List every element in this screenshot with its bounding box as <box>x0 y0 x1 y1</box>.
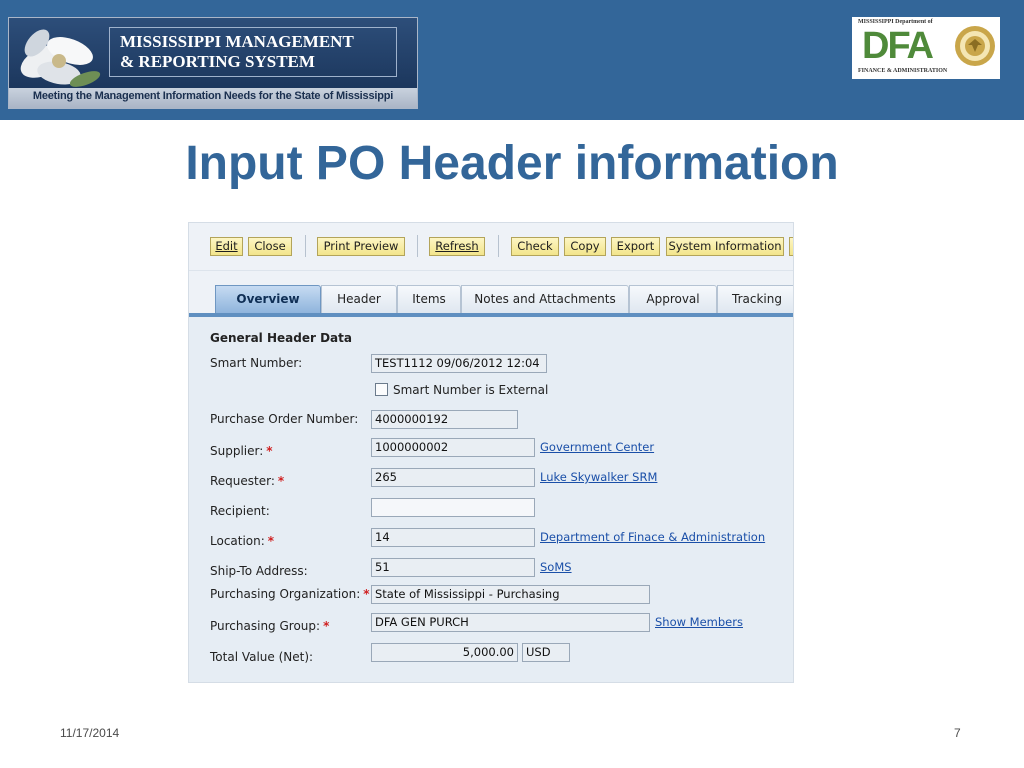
tab-approval[interactable]: Approval <box>629 285 717 313</box>
recipient-field[interactable] <box>371 498 535 517</box>
po-number-field[interactable]: 4000000192 <box>371 410 518 429</box>
refresh-button[interactable]: Refresh <box>429 237 485 256</box>
tab-tracking[interactable]: Tracking <box>717 285 793 313</box>
mmrs-tagline: Meeting the Management Information Needs… <box>32 90 394 102</box>
location-label: Location: * <box>210 534 274 548</box>
slide-date: 11/17/2014 <box>60 726 120 740</box>
required-marker: * <box>277 474 285 488</box>
smart-number-external-checkbox[interactable] <box>375 383 388 396</box>
toolbar-separator <box>305 235 306 257</box>
purchasing-organization-label: Purchasing Organization: * <box>210 587 370 601</box>
edit-button[interactable]: Edit <box>210 237 243 256</box>
mmrs-title-line1: MISSISSIPPI MANAGEMENT <box>120 32 354 51</box>
mmrs-tagline-bar: Meeting the Management Information Needs… <box>9 88 417 108</box>
slide-title: Input PO Header information <box>185 137 839 190</box>
po-number-label: Purchase Order Number: <box>210 412 359 426</box>
copy-button[interactable]: Copy <box>564 237 606 256</box>
location-link[interactable]: Department of Finace & Administration <box>540 530 765 544</box>
requester-label-text: Requester: <box>210 474 275 488</box>
tab-notes-attachments[interactable]: Notes and Attachments <box>461 285 629 313</box>
dfa-logo-bottom-text: FINANCE & ADMINISTRATION <box>858 68 948 74</box>
purchasing-group-field[interactable]: DFA GEN PURCH <box>371 613 650 632</box>
smart-number-external-label: Smart Number is External <box>393 383 549 397</box>
more-toolbar-button[interactable] <box>789 237 793 256</box>
required-marker: * <box>363 587 370 601</box>
purchasing-organization-field[interactable]: State of Mississippi - Purchasing <box>371 585 650 604</box>
required-marker: * <box>323 619 330 633</box>
ship-to-label: Ship-To Address: <box>210 564 308 578</box>
currency-field[interactable]: USD <box>522 643 570 662</box>
close-button[interactable]: Close <box>248 237 292 256</box>
location-label-text: Location: <box>210 534 265 548</box>
supplier-label-text: Supplier: <box>210 444 264 458</box>
total-value-label: Total Value (Net): <box>210 650 314 664</box>
dfa-logo: MISSISSIPPI Department of DFA FINANCE & … <box>852 17 1000 79</box>
mmrs-title: MISSISSIPPI MANAGEMENT & REPORTING SYSTE… <box>120 32 390 72</box>
requester-label: Requester: * <box>210 474 284 488</box>
section-title: General Header Data <box>210 331 352 345</box>
total-value-field[interactable]: 5,000.00 <box>371 643 518 662</box>
show-members-link[interactable]: Show Members <box>655 615 743 629</box>
smart-number-label: Smart Number: <box>210 356 303 370</box>
mmrs-title-line2: & REPORTING SYSTEM <box>120 52 315 71</box>
purchasing-group-label: Purchasing Group: * <box>210 619 329 633</box>
tab-overview[interactable]: Overview <box>215 285 321 313</box>
ship-to-link[interactable]: SoMS <box>540 560 572 574</box>
purchasing-group-label-text: Purchasing Group: <box>210 619 321 633</box>
toolbar-separator <box>417 235 418 257</box>
tab-items[interactable]: Items <box>397 285 461 313</box>
supplier-link[interactable]: Government Center <box>540 440 654 454</box>
ship-to-field[interactable]: 51 <box>371 558 535 577</box>
recipient-label: Recipient: <box>210 504 270 518</box>
requester-field[interactable]: 265 <box>371 468 535 487</box>
required-marker: * <box>266 444 273 458</box>
location-field[interactable]: 14 <box>371 528 535 547</box>
po-screenshot-panel: Edit Close Print Preview Refresh Check C… <box>188 222 794 683</box>
tab-header[interactable]: Header <box>321 285 397 313</box>
required-marker: * <box>267 534 275 548</box>
mmrs-logo: MISSISSIPPI MANAGEMENT & REPORTING SYSTE… <box>8 17 418 109</box>
requester-link[interactable]: Luke Skywalker SRM <box>540 470 657 484</box>
supplier-field[interactable]: 1000000002 <box>371 438 535 457</box>
supplier-label: Supplier: * <box>210 444 273 458</box>
print-preview-button[interactable]: Print Preview <box>317 237 405 256</box>
purchasing-organization-label-text: Purchasing Organization: <box>210 587 361 601</box>
system-information-button[interactable]: System Information <box>666 237 784 256</box>
dfa-logo-letters: DFA <box>862 25 934 67</box>
toolbar: Edit Close Print Preview Refresh Check C… <box>189 223 793 271</box>
check-button[interactable]: Check <box>511 237 559 256</box>
export-button[interactable]: Export <box>611 237 660 256</box>
state-seal-icon <box>955 26 995 66</box>
slide-page-number: 7 <box>954 726 961 740</box>
smart-number-field[interactable]: TEST1112 09/06/2012 12:04 <box>371 354 547 373</box>
toolbar-separator <box>498 235 499 257</box>
mmrs-title-box: MISSISSIPPI MANAGEMENT & REPORTING SYSTE… <box>109 27 397 77</box>
